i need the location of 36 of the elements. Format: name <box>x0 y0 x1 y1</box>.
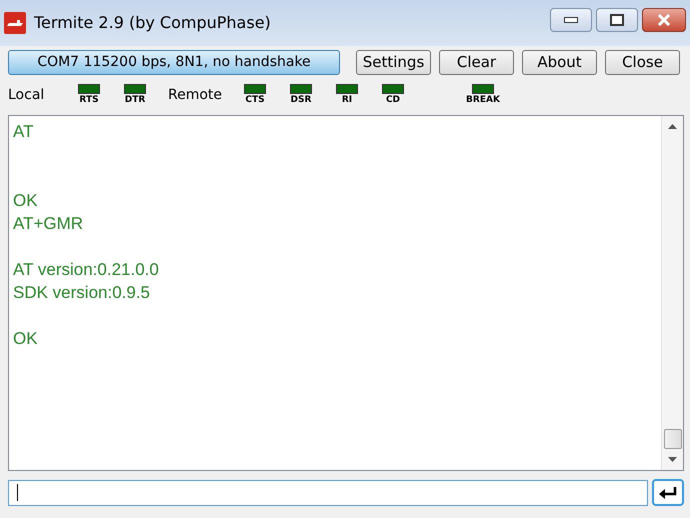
maximize-button[interactable] <box>596 8 638 32</box>
toolbar-button[interactable]: Close <box>605 50 680 75</box>
toolbar-button[interactable]: About <box>522 50 597 75</box>
group-label: Local <box>8 86 46 104</box>
port-button[interactable]: COM7 115200 bps, 8N1, no handshake <box>8 50 340 75</box>
enter-icon <box>658 486 678 500</box>
led-label: DSR <box>290 94 312 106</box>
maximize-icon <box>610 14 624 26</box>
led-label: BREAK <box>466 94 500 106</box>
send-button[interactable] <box>652 479 684 506</box>
terminal-line: SDK version:0.9.5 <box>13 282 152 304</box>
close-icon <box>657 14 671 26</box>
led-label: CD <box>386 94 400 106</box>
text-caret <box>17 484 18 501</box>
terminal-line: AT+GMR <box>13 213 84 235</box>
terminal-line: AT version:0.21.0.0 <box>13 259 160 281</box>
terminal-line: AT <box>13 121 34 143</box>
terminal-line: OK <box>13 328 39 350</box>
close-window-button[interactable] <box>642 8 686 32</box>
group-label: Remote <box>168 86 224 104</box>
toolbar-button[interactable]: Clear <box>439 50 514 75</box>
scrollbar[interactable] <box>661 116 683 470</box>
led-label: DTR <box>124 94 146 106</box>
scroll-down-icon[interactable] <box>668 457 677 462</box>
led-label: RI <box>342 94 352 106</box>
toolbar-button[interactable]: Settings <box>356 50 431 75</box>
app-icon <box>4 12 26 34</box>
led-label: RTS <box>79 94 99 106</box>
minimize-icon <box>564 17 578 23</box>
input-field[interactable] <box>8 480 648 506</box>
window-title: Termite 2.9 (by CompuPhase) <box>34 12 271 34</box>
scroll-thumb[interactable] <box>664 429 682 449</box>
terminal-line: OK <box>13 190 39 212</box>
led-label: CTS <box>245 94 265 106</box>
minimize-button[interactable] <box>550 8 592 32</box>
scroll-up-icon[interactable] <box>668 124 677 129</box>
